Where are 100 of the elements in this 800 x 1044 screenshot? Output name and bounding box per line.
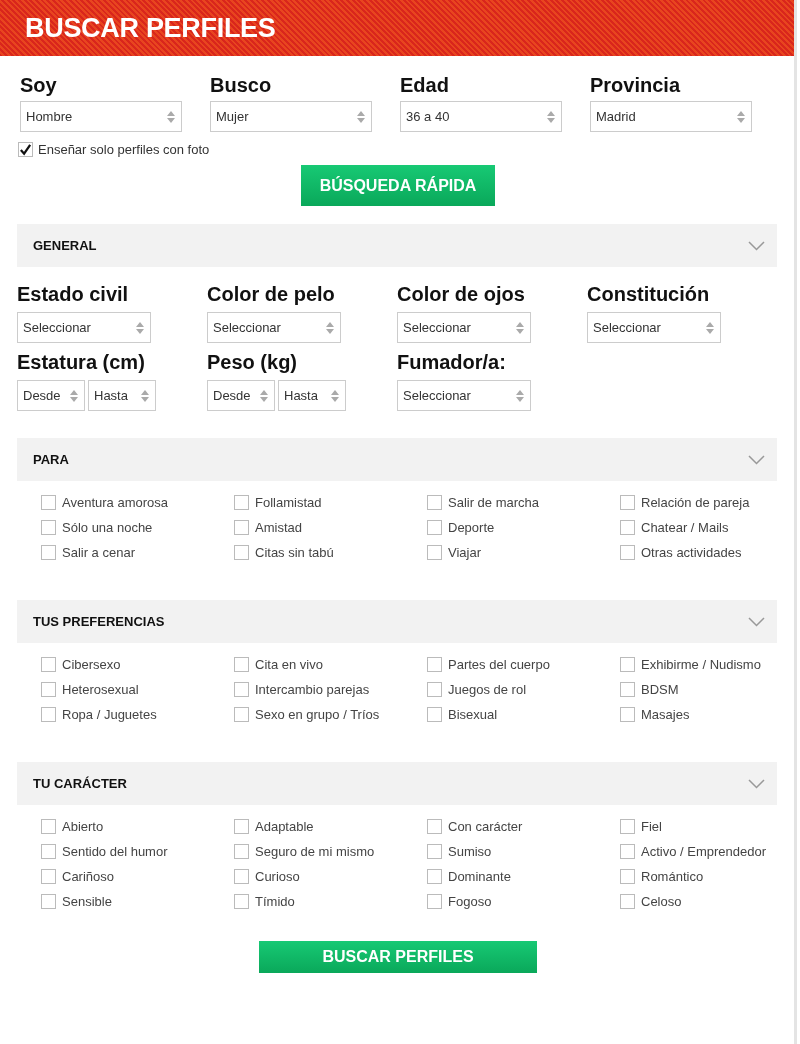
page-title: BUSCAR PERFILES bbox=[25, 12, 276, 44]
checkbox-label: Otras actividades bbox=[641, 545, 742, 560]
checkbox-label: Dominante bbox=[448, 869, 511, 884]
checkbox[interactable] bbox=[427, 819, 442, 834]
sort-arrows-icon bbox=[141, 389, 149, 402]
checkbox[interactable] bbox=[620, 545, 635, 560]
checkbox[interactable] bbox=[427, 707, 442, 722]
checkbox[interactable] bbox=[620, 520, 635, 535]
checkbox[interactable] bbox=[427, 869, 442, 884]
checkbox[interactable] bbox=[41, 495, 56, 510]
checkbox-label: Sentido del humor bbox=[62, 844, 168, 859]
select-field[interactable]: Hombre bbox=[20, 101, 182, 132]
checkbox-label: Partes del cuerpo bbox=[448, 657, 550, 672]
field-label: Provincia bbox=[590, 74, 682, 97]
section-header[interactable]: TUS PREFERENCIAS bbox=[17, 600, 777, 643]
checkbox-label: Ropa / Juguetes bbox=[62, 707, 157, 722]
checkbox[interactable] bbox=[41, 520, 56, 535]
checkbox-label: Enseñar solo perfiles con foto bbox=[38, 142, 210, 157]
checkbox[interactable] bbox=[620, 707, 635, 722]
checkbox-label: Celoso bbox=[641, 894, 682, 909]
checkbox-label: Tímido bbox=[255, 894, 295, 909]
select-field[interactable]: Desde bbox=[207, 380, 275, 411]
sort-arrows-icon bbox=[547, 110, 555, 123]
sort-arrows-icon bbox=[136, 321, 144, 334]
checkbox[interactable] bbox=[41, 894, 56, 909]
checkbox-label: Relación de pareja bbox=[641, 495, 750, 510]
field-label: Peso (kg) bbox=[207, 351, 299, 374]
checkbox[interactable] bbox=[41, 545, 56, 560]
checkbox[interactable] bbox=[620, 844, 635, 859]
sort-arrows-icon bbox=[516, 321, 524, 334]
checkbox[interactable] bbox=[41, 844, 56, 859]
checkbox-label: Activo / Emprendedor bbox=[641, 844, 766, 859]
checkbox-label: Citas sin tabú bbox=[255, 545, 334, 560]
checkbox-label: Bisexual bbox=[448, 707, 498, 722]
checkbox-label: Fiel bbox=[641, 819, 662, 834]
checkbox[interactable] bbox=[234, 545, 249, 560]
section-header[interactable]: GENERAL bbox=[17, 224, 777, 267]
chevron-down-icon bbox=[748, 778, 765, 789]
checkbox[interactable] bbox=[41, 682, 56, 697]
checkbox-label: Heterosexual bbox=[62, 682, 139, 697]
checkbox[interactable] bbox=[234, 844, 249, 859]
checkbox-label: Sólo una noche bbox=[62, 520, 153, 535]
sort-arrows-icon bbox=[357, 110, 365, 123]
checkbox[interactable] bbox=[234, 657, 249, 672]
checkbox[interactable] bbox=[620, 657, 635, 672]
checkbox[interactable] bbox=[620, 869, 635, 884]
checkbox-label: Con carácter bbox=[448, 819, 523, 834]
checkbox-label: Abierto bbox=[62, 819, 104, 834]
checkbox[interactable] bbox=[620, 682, 635, 697]
checkbox[interactable] bbox=[234, 707, 249, 722]
checkbox[interactable] bbox=[234, 682, 249, 697]
checkbox-label: Sensible bbox=[62, 894, 112, 909]
select-field[interactable]: Seleccionar bbox=[587, 312, 721, 343]
checkbox[interactable] bbox=[234, 869, 249, 884]
checkbox[interactable] bbox=[427, 894, 442, 909]
select-field[interactable]: Hasta bbox=[278, 380, 346, 411]
field-label: Constitución bbox=[587, 283, 711, 306]
checkbox-label: Exhibirme / Nudismo bbox=[641, 657, 761, 672]
checkbox[interactable] bbox=[427, 520, 442, 535]
checkbox[interactable] bbox=[18, 142, 33, 157]
checkbox[interactable] bbox=[234, 495, 249, 510]
checkbox[interactable] bbox=[41, 707, 56, 722]
chevron-down-icon bbox=[748, 454, 765, 465]
select-field[interactable]: Seleccionar bbox=[397, 312, 531, 343]
field-label: Estado civil bbox=[17, 283, 130, 306]
checkbox-label: Fogoso bbox=[448, 894, 492, 909]
checkbox-label: Curioso bbox=[255, 869, 300, 884]
select-field[interactable]: Mujer bbox=[210, 101, 372, 132]
select-field[interactable]: Seleccionar bbox=[17, 312, 151, 343]
checkbox[interactable] bbox=[234, 819, 249, 834]
select-field[interactable]: Desde bbox=[17, 380, 85, 411]
chevron-down-icon bbox=[748, 240, 765, 251]
checkbox-label: Adaptable bbox=[255, 819, 314, 834]
checkbox[interactable] bbox=[427, 682, 442, 697]
sort-arrows-icon bbox=[706, 321, 714, 334]
checkbox-label: Intercambio parejas bbox=[255, 682, 370, 697]
checkbox[interactable] bbox=[41, 869, 56, 884]
select-field[interactable]: Madrid bbox=[590, 101, 752, 132]
checkbox[interactable] bbox=[620, 819, 635, 834]
sort-arrows-icon bbox=[167, 110, 175, 123]
checkbox-label: Romántico bbox=[641, 869, 704, 884]
checkbox[interactable] bbox=[234, 520, 249, 535]
section-header[interactable]: PARA bbox=[17, 438, 777, 481]
checkbox[interactable] bbox=[234, 894, 249, 909]
checkbox[interactable] bbox=[427, 545, 442, 560]
checkbox-label: Seguro de mi mismo bbox=[255, 844, 375, 859]
checkbox[interactable] bbox=[41, 819, 56, 834]
section-header[interactable]: TU CARÁCTER bbox=[17, 762, 777, 805]
checkbox[interactable] bbox=[427, 495, 442, 510]
checkbox-label: Viajar bbox=[448, 545, 481, 560]
checkbox[interactable] bbox=[620, 495, 635, 510]
checkbox[interactable] bbox=[427, 657, 442, 672]
field-label: Estatura (cm) bbox=[17, 351, 146, 374]
select-field[interactable]: 36 a 40 bbox=[400, 101, 562, 132]
select-field[interactable]: Seleccionar bbox=[397, 380, 531, 411]
select-field[interactable]: Seleccionar bbox=[207, 312, 341, 343]
checkbox[interactable] bbox=[620, 894, 635, 909]
checkbox[interactable] bbox=[41, 657, 56, 672]
select-field[interactable]: Hasta bbox=[88, 380, 156, 411]
checkbox[interactable] bbox=[427, 844, 442, 859]
